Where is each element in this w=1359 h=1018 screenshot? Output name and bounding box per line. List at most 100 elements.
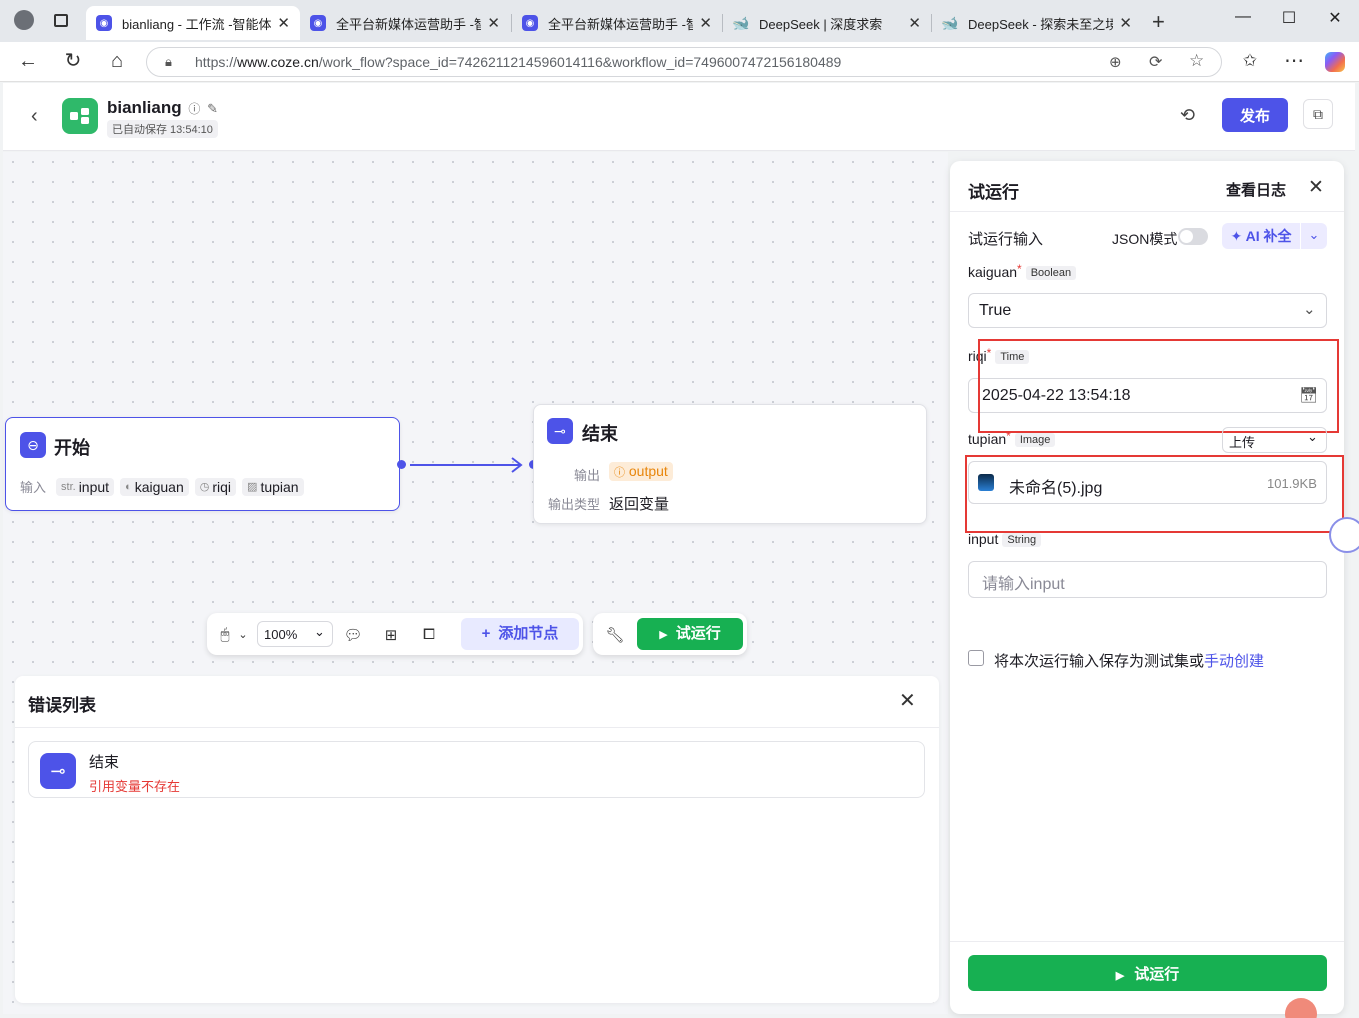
zoom-icon[interactable]: ⊕ (1109, 53, 1122, 71)
new-tab-button[interactable]: + (1152, 9, 1165, 35)
chevron-down-icon[interactable]: ⌄ (233, 628, 253, 641)
warning-icon: ⓘ (614, 467, 625, 479)
kaiguan-label: kaiguan* Boolean (968, 262, 1077, 280)
close-panel-icon[interactable]: ✕ (1308, 176, 1324, 199)
upload-mode-select[interactable]: 上传 ⌄ (1222, 427, 1327, 453)
tab-bianliang[interactable]: ◉ bianliang - 工作流 -智能体平 ✕ (86, 6, 300, 40)
save-testset-checkbox[interactable] (968, 650, 984, 666)
history-icon[interactable]: ⟲ (1180, 105, 1195, 126)
highlight-box (978, 339, 1339, 433)
add-node-button[interactable]: + 添加节点 (461, 618, 579, 650)
reload-icon[interactable]: ↻ (61, 50, 85, 72)
ai-fill-button[interactable]: ✦ AI 补全 (1222, 223, 1300, 249)
url-field[interactable]: 🔒︎ https://www.coze.cn/work_flow?space_i… (146, 47, 1222, 77)
zoom-select[interactable]: 100% ⌄ (257, 621, 333, 647)
back-arrow-icon[interactable]: ← (16, 50, 40, 72)
input-text-field[interactable]: 请输入input (968, 561, 1327, 598)
close-tab-icon[interactable]: ✕ (1119, 14, 1132, 32)
ai-fill-dropdown[interactable]: ⌄ (1301, 223, 1327, 249)
kaiguan-select[interactable]: True ⌄ (968, 293, 1327, 328)
tab-label: DeepSeek - 探索未至之境 (968, 16, 1114, 32)
browser-tab-bar: ◉ bianliang - 工作流 -智能体平 ✕ ◉ 全平台新媒体运营助手 -… (0, 0, 1359, 42)
plus-icon: + (481, 625, 491, 642)
tab-deepseek-1[interactable]: 🐋 DeepSeek | 深度求索 ✕ (723, 6, 931, 40)
tab-media-assistant-2[interactable]: ◉ 全平台新媒体运营助手 -智能 ✕ (512, 6, 722, 40)
input-label: input String (968, 531, 1042, 547)
output-label: 输出 (574, 468, 601, 483)
output-type-label: 输出类型 (548, 497, 601, 512)
edit-icon[interactable]: ✎ (207, 101, 218, 116)
url-text: https://www.coze.cn/work_flow?space_id=7… (195, 54, 842, 70)
run-input-section-title: 试运行输入 (968, 231, 1044, 248)
param-pill: str. input (56, 477, 115, 496)
autosave-status: 已自动保存 13:54:10 (107, 120, 218, 138)
wrench-icon[interactable]: 🔧︎ (605, 626, 625, 644)
assistant-float-icon[interactable] (1329, 517, 1359, 553)
error-list-title: 错误列表 (28, 696, 96, 715)
favorites-list-icon[interactable]: ✩ (1238, 50, 1262, 72)
output-type-value: 返回变量 (609, 496, 670, 513)
more-menu-icon[interactable]: ⋯ (1282, 50, 1306, 72)
output-variable-badge[interactable]: ⓘ output (609, 462, 673, 481)
comment-icon[interactable]: 💬︎ (343, 626, 363, 644)
minimize-icon[interactable]: — (1220, 8, 1266, 26)
close-icon[interactable]: ✕ (899, 688, 916, 713)
workflow-header: ‹ bianliang ⓘ ✎ 已自动保存 13:54:10 ⟲ 发布 ⧉ (3, 83, 1355, 151)
tab-label: 全平台新媒体运营助手 -智能 (548, 16, 694, 32)
coze-favicon-icon: ◉ (96, 15, 112, 31)
error-item[interactable]: ⊸ 结束 引用变量不存在 (28, 741, 925, 798)
end-node-icon: ⊸ (40, 753, 76, 789)
run-button[interactable]: ▶ 试运行 (968, 955, 1327, 991)
tab-deepseek-2[interactable]: 🐋 DeepSeek - 探索未至之境 ✕ (932, 6, 1142, 40)
close-tab-icon[interactable]: ✕ (487, 14, 500, 32)
tab-label: DeepSeek | 深度求索 (759, 16, 883, 32)
json-mode-toggle[interactable] (1178, 228, 1208, 245)
close-tab-icon[interactable]: ✕ (277, 14, 290, 32)
minimap-icon[interactable]: ⧠ (419, 626, 439, 643)
profile-icon[interactable] (14, 10, 34, 30)
duplicate-icon[interactable]: ⧉ (1303, 99, 1333, 129)
chevron-down-icon: ⌄ (1303, 301, 1316, 318)
address-bar: ← ↻ ⌂ 🔒︎ https://www.coze.cn/work_flow?s… (0, 42, 1359, 82)
chevron-down-icon: ⌄ (314, 624, 325, 639)
error-node-name: 结束 (89, 754, 120, 771)
end-node[interactable]: ⊸ 结束 输出 ⓘ output 输出类型 返回变量 (533, 404, 927, 524)
sparkle-icon: ✦ (1230, 228, 1243, 244)
canvas-run-button[interactable]: ▶ 试运行 (637, 618, 743, 650)
close-window-icon[interactable]: ✕ (1312, 8, 1358, 28)
tupian-label: tupian* Image (968, 429, 1056, 447)
tab-label: bianliang - 工作流 -智能体平 (122, 16, 272, 32)
end-node-icon: ⊸ (547, 418, 573, 444)
home-icon[interactable]: ⌂ (105, 50, 129, 72)
input-label: 输入 (20, 480, 47, 495)
start-node[interactable]: ⊖ 开始 输入 str. input ◐ kaiguan ◷ riqi ▨ tupian (5, 417, 400, 511)
tab-label: 全平台新媒体运营助手 -智能 (336, 16, 482, 32)
error-message: 引用变量不存在 (89, 779, 181, 794)
tab-media-assistant-1[interactable]: ◉ 全平台新媒体运营助手 -智能 ✕ (300, 6, 510, 40)
lock-icon[interactable]: 🔒︎ (165, 54, 172, 70)
layout-grid-icon[interactable]: ⊞ (381, 626, 401, 644)
save-testset-label: 将本次运行输入保存为测试集或手动创建 (994, 653, 1265, 670)
close-tab-icon[interactable]: ✕ (699, 14, 712, 32)
param-pill: ◷ riqi (194, 477, 237, 496)
mouse-mode-icon[interactable]: 🖱︎ (215, 626, 235, 643)
close-tab-icon[interactable]: ✕ (908, 14, 921, 32)
refresh-sync-icon[interactable]: ⟳ (1149, 52, 1162, 72)
zoom-value: 100% (264, 627, 298, 642)
publish-button[interactable]: 发布 (1222, 98, 1288, 132)
start-node-icon: ⊖ (20, 432, 46, 458)
favorite-star-icon[interactable]: ☆ (1189, 51, 1204, 71)
end-node-title: 结束 (582, 424, 618, 444)
info-icon[interactable]: ⓘ (188, 102, 200, 116)
canvas-toolbar: 🖱︎ ⌄ 100% ⌄ 💬︎ ⊞ ⧠ + 添加节点 (207, 613, 583, 655)
tab-actions-icon[interactable] (54, 14, 68, 27)
maximize-icon[interactable]: ☐ (1266, 8, 1312, 28)
start-output-port[interactable] (397, 460, 406, 469)
back-chevron-icon[interactable]: ‹ (31, 105, 38, 128)
view-log-link[interactable]: 查看日志 (1226, 179, 1286, 200)
play-icon: ▶ (1115, 969, 1125, 982)
param-pill: ▨ tupian (242, 477, 304, 496)
manual-create-link[interactable]: 手动创建 (1204, 653, 1264, 670)
copilot-icon[interactable] (1325, 52, 1345, 72)
test-run-panel: 试运行 查看日志 ✕ 试运行输入 JSON模式 ✦ AI 补全 ⌄ kaigua… (950, 161, 1344, 1014)
